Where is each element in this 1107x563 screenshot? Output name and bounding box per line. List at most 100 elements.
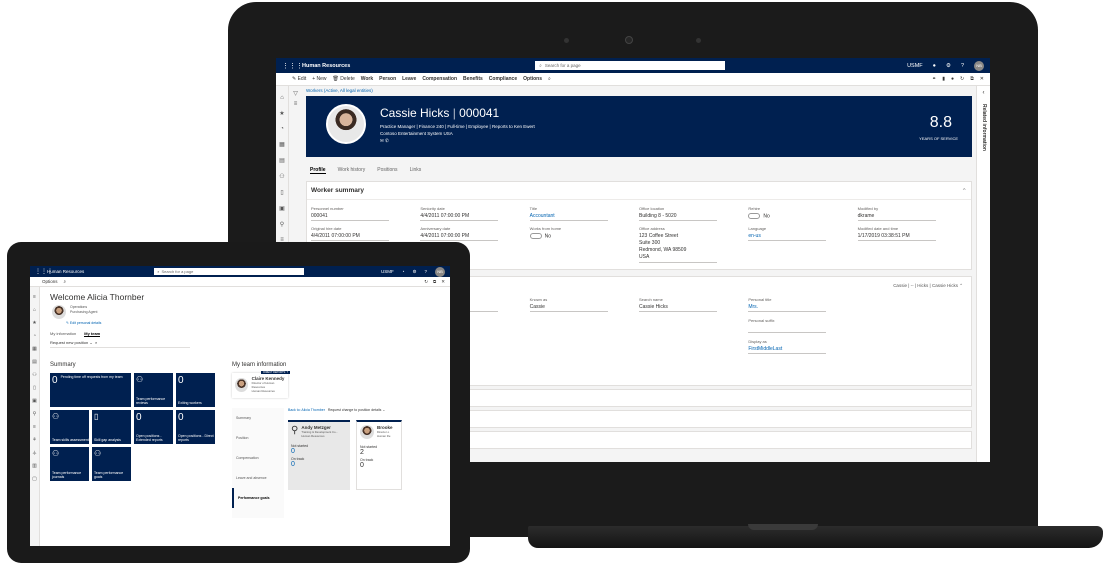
tab-positions[interactable]: Positions bbox=[377, 167, 397, 174]
options-tab[interactable]: Options bbox=[42, 279, 58, 284]
worker-summary-title[interactable]: Worker summary ⌃ bbox=[307, 182, 971, 200]
list-icon[interactable]: ≡ bbox=[30, 424, 39, 430]
settings-icon[interactable]: ⚙ bbox=[412, 269, 416, 275]
company-picker[interactable]: USMF bbox=[907, 63, 923, 69]
link-icon[interactable]: ⚭ bbox=[932, 76, 936, 82]
workspaces-icon[interactable]: ▦ bbox=[30, 346, 39, 352]
menu-position[interactable]: Position bbox=[232, 428, 284, 448]
org-icon[interactable]: ⚲ bbox=[30, 411, 39, 417]
team-skills-assessment-tile[interactable]: ⚇ Team skills assessment bbox=[50, 410, 89, 444]
calendar-icon[interactable]: ▣ bbox=[276, 205, 288, 212]
contact-icons[interactable]: ✉ ✆ bbox=[380, 137, 535, 144]
search-icon[interactable]: ⌕ bbox=[64, 279, 67, 284]
related-information-pane[interactable]: ‹ Related information bbox=[976, 86, 990, 462]
office-icon[interactable]: ▮ bbox=[942, 76, 945, 82]
recent-icon[interactable]: ◔ bbox=[30, 333, 39, 339]
open-positions-direct-tile[interactable]: 0 Open positions - Direct reports bbox=[176, 410, 215, 444]
calendar-icon[interactable]: ▣ bbox=[30, 398, 39, 404]
popout-icon[interactable]: ⧉ bbox=[970, 76, 974, 82]
settings-icon[interactable]: ⚙ bbox=[946, 63, 951, 69]
recent-icon[interactable]: ◔ bbox=[276, 126, 288, 132]
team-performance-journals-tile[interactable]: ⚇ Team performance journals bbox=[50, 447, 89, 481]
help-icon[interactable]: ? bbox=[424, 269, 427, 274]
user-avatar[interactable]: NB bbox=[435, 266, 445, 277]
notification-icon[interactable]: ◔ bbox=[402, 269, 405, 274]
workspaces-icon[interactable]: ▦ bbox=[276, 141, 288, 148]
chevron-left-icon[interactable]: ‹ bbox=[977, 90, 990, 96]
search-icon[interactable]: ⌕ bbox=[548, 76, 551, 82]
lock-icon[interactable]: ▢ bbox=[30, 476, 39, 482]
chevron-up-icon[interactable]: ⌃ bbox=[959, 283, 963, 288]
search-input[interactable]: ⌕ Search for a page bbox=[154, 268, 305, 275]
close-icon[interactable]: ✕ bbox=[980, 76, 984, 82]
tab-profile[interactable]: Profile bbox=[310, 167, 326, 174]
pending-time-off-tile[interactable]: 0 Pending time off requests from my team bbox=[50, 373, 131, 407]
user-avatar[interactable]: NB bbox=[974, 60, 984, 71]
chevron-up-icon[interactable]: ⌃ bbox=[962, 187, 967, 195]
app-title[interactable]: Human Resources bbox=[302, 63, 350, 69]
filter-icon[interactable]: ▽ bbox=[289, 90, 302, 97]
menu-compensation[interactable]: Compensation bbox=[232, 448, 284, 468]
people-icon[interactable]: ⚇ bbox=[276, 173, 288, 180]
menu-leave-absence[interactable]: Leave and absence bbox=[232, 468, 284, 488]
edit-button[interactable]: ✎ Edit bbox=[292, 76, 306, 82]
app-launcher-icon[interactable]: ⋮⋮⋮ bbox=[35, 268, 53, 275]
menu-performance-goals[interactable]: Performance goals bbox=[232, 488, 284, 508]
popout-icon[interactable]: ⧉ bbox=[433, 279, 436, 285]
team-performance-reviews-tile[interactable]: ⚇ Team performance reviews bbox=[134, 373, 173, 407]
home-icon[interactable]: ⌂ bbox=[276, 95, 288, 101]
employee-card[interactable]: ⚲ Andy Metzger Training & Development Co… bbox=[288, 420, 350, 490]
company-picker[interactable]: USMF bbox=[381, 269, 394, 274]
leave-tab[interactable]: Leave bbox=[402, 76, 416, 82]
delete-button[interactable]: 🗑 Delete bbox=[333, 76, 355, 82]
modules-icon[interactable]: ▤ bbox=[276, 157, 288, 164]
tab-my-team[interactable]: My team bbox=[84, 331, 101, 337]
tab-my-information[interactable]: My information bbox=[50, 331, 76, 337]
document-icon[interactable]: ▯ bbox=[30, 385, 39, 391]
refresh-icon[interactable]: ↻ bbox=[424, 279, 428, 285]
search-input[interactable]: ⌕ Search for a page bbox=[535, 61, 726, 70]
work-tab[interactable]: Work bbox=[361, 76, 373, 82]
tab-work-history[interactable]: Work history bbox=[338, 167, 366, 174]
home-icon[interactable]: ⌂ bbox=[30, 307, 39, 313]
list-toggle-icon[interactable]: ≡ bbox=[289, 101, 302, 107]
people-icon[interactable]: ⚇ bbox=[30, 372, 39, 378]
personal-suffix-input[interactable] bbox=[748, 325, 827, 333]
help-icon[interactable]: ? bbox=[961, 63, 964, 69]
favorites-icon[interactable]: ★ bbox=[30, 320, 39, 326]
team-performance-goals-tile[interactable]: ⚇ Team performance goals bbox=[92, 447, 131, 481]
works-from-home-toggle[interactable] bbox=[529, 233, 542, 239]
app-title[interactable]: Human Resources bbox=[47, 269, 84, 274]
notification-icon[interactable]: ● bbox=[933, 63, 936, 69]
tab-links[interactable]: Links bbox=[410, 167, 422, 174]
menu-icon[interactable]: ≡ bbox=[30, 294, 39, 300]
back-link[interactable]: Back to: Alicia Thornber bbox=[288, 408, 325, 412]
rehire-toggle[interactable] bbox=[748, 213, 761, 219]
search-icon[interactable]: ⌕ bbox=[95, 340, 97, 345]
edit-personal-details-link[interactable]: ✎ Edit personal details bbox=[66, 321, 446, 325]
attachment-icon[interactable]: ● bbox=[951, 76, 954, 82]
compliance-tab[interactable]: Compliance bbox=[489, 76, 517, 82]
modules-icon[interactable]: ▤ bbox=[30, 359, 39, 365]
breadcrumb[interactable]: Workers (Active, All legal entities) bbox=[306, 88, 972, 93]
refresh-icon[interactable]: ↻ bbox=[960, 76, 964, 82]
request-new-position-button[interactable]: Request new position ⌄ ⌕ bbox=[50, 340, 190, 348]
request-change-button[interactable]: Request change to position details ⌄ bbox=[328, 408, 385, 412]
benefits-tab[interactable]: Benefits bbox=[463, 76, 483, 82]
hierarchy-icon[interactable]: ⚶ bbox=[30, 450, 39, 456]
compensation-tab[interactable]: Compensation bbox=[422, 76, 457, 82]
app-launcher-icon[interactable]: ⋮⋮⋮ bbox=[282, 62, 303, 70]
options-tab[interactable]: Options bbox=[523, 76, 542, 82]
org-icon[interactable]: ⚲ bbox=[276, 221, 288, 228]
tree-icon[interactable]: ⚘ bbox=[30, 437, 39, 443]
menu-summary[interactable]: Summary bbox=[232, 408, 284, 428]
person-tab[interactable]: Person bbox=[379, 76, 396, 82]
exiting-workers-tile[interactable]: 0 Exiting workers bbox=[176, 373, 215, 407]
chart-icon[interactable]: ▥ bbox=[30, 463, 39, 469]
skill-gap-analysis-tile[interactable]: ▯ Skill gap analysis bbox=[92, 410, 131, 444]
document-icon[interactable]: ▯ bbox=[276, 189, 288, 196]
favorites-icon[interactable]: ★ bbox=[276, 110, 288, 117]
open-positions-extended-tile[interactable]: 0 Open positions - Extended reports bbox=[134, 410, 173, 444]
new-button[interactable]: + New bbox=[312, 76, 326, 82]
manager-card[interactable]: DIRECT REPORTS: 7 Claire Kennedy Directo… bbox=[232, 371, 290, 398]
